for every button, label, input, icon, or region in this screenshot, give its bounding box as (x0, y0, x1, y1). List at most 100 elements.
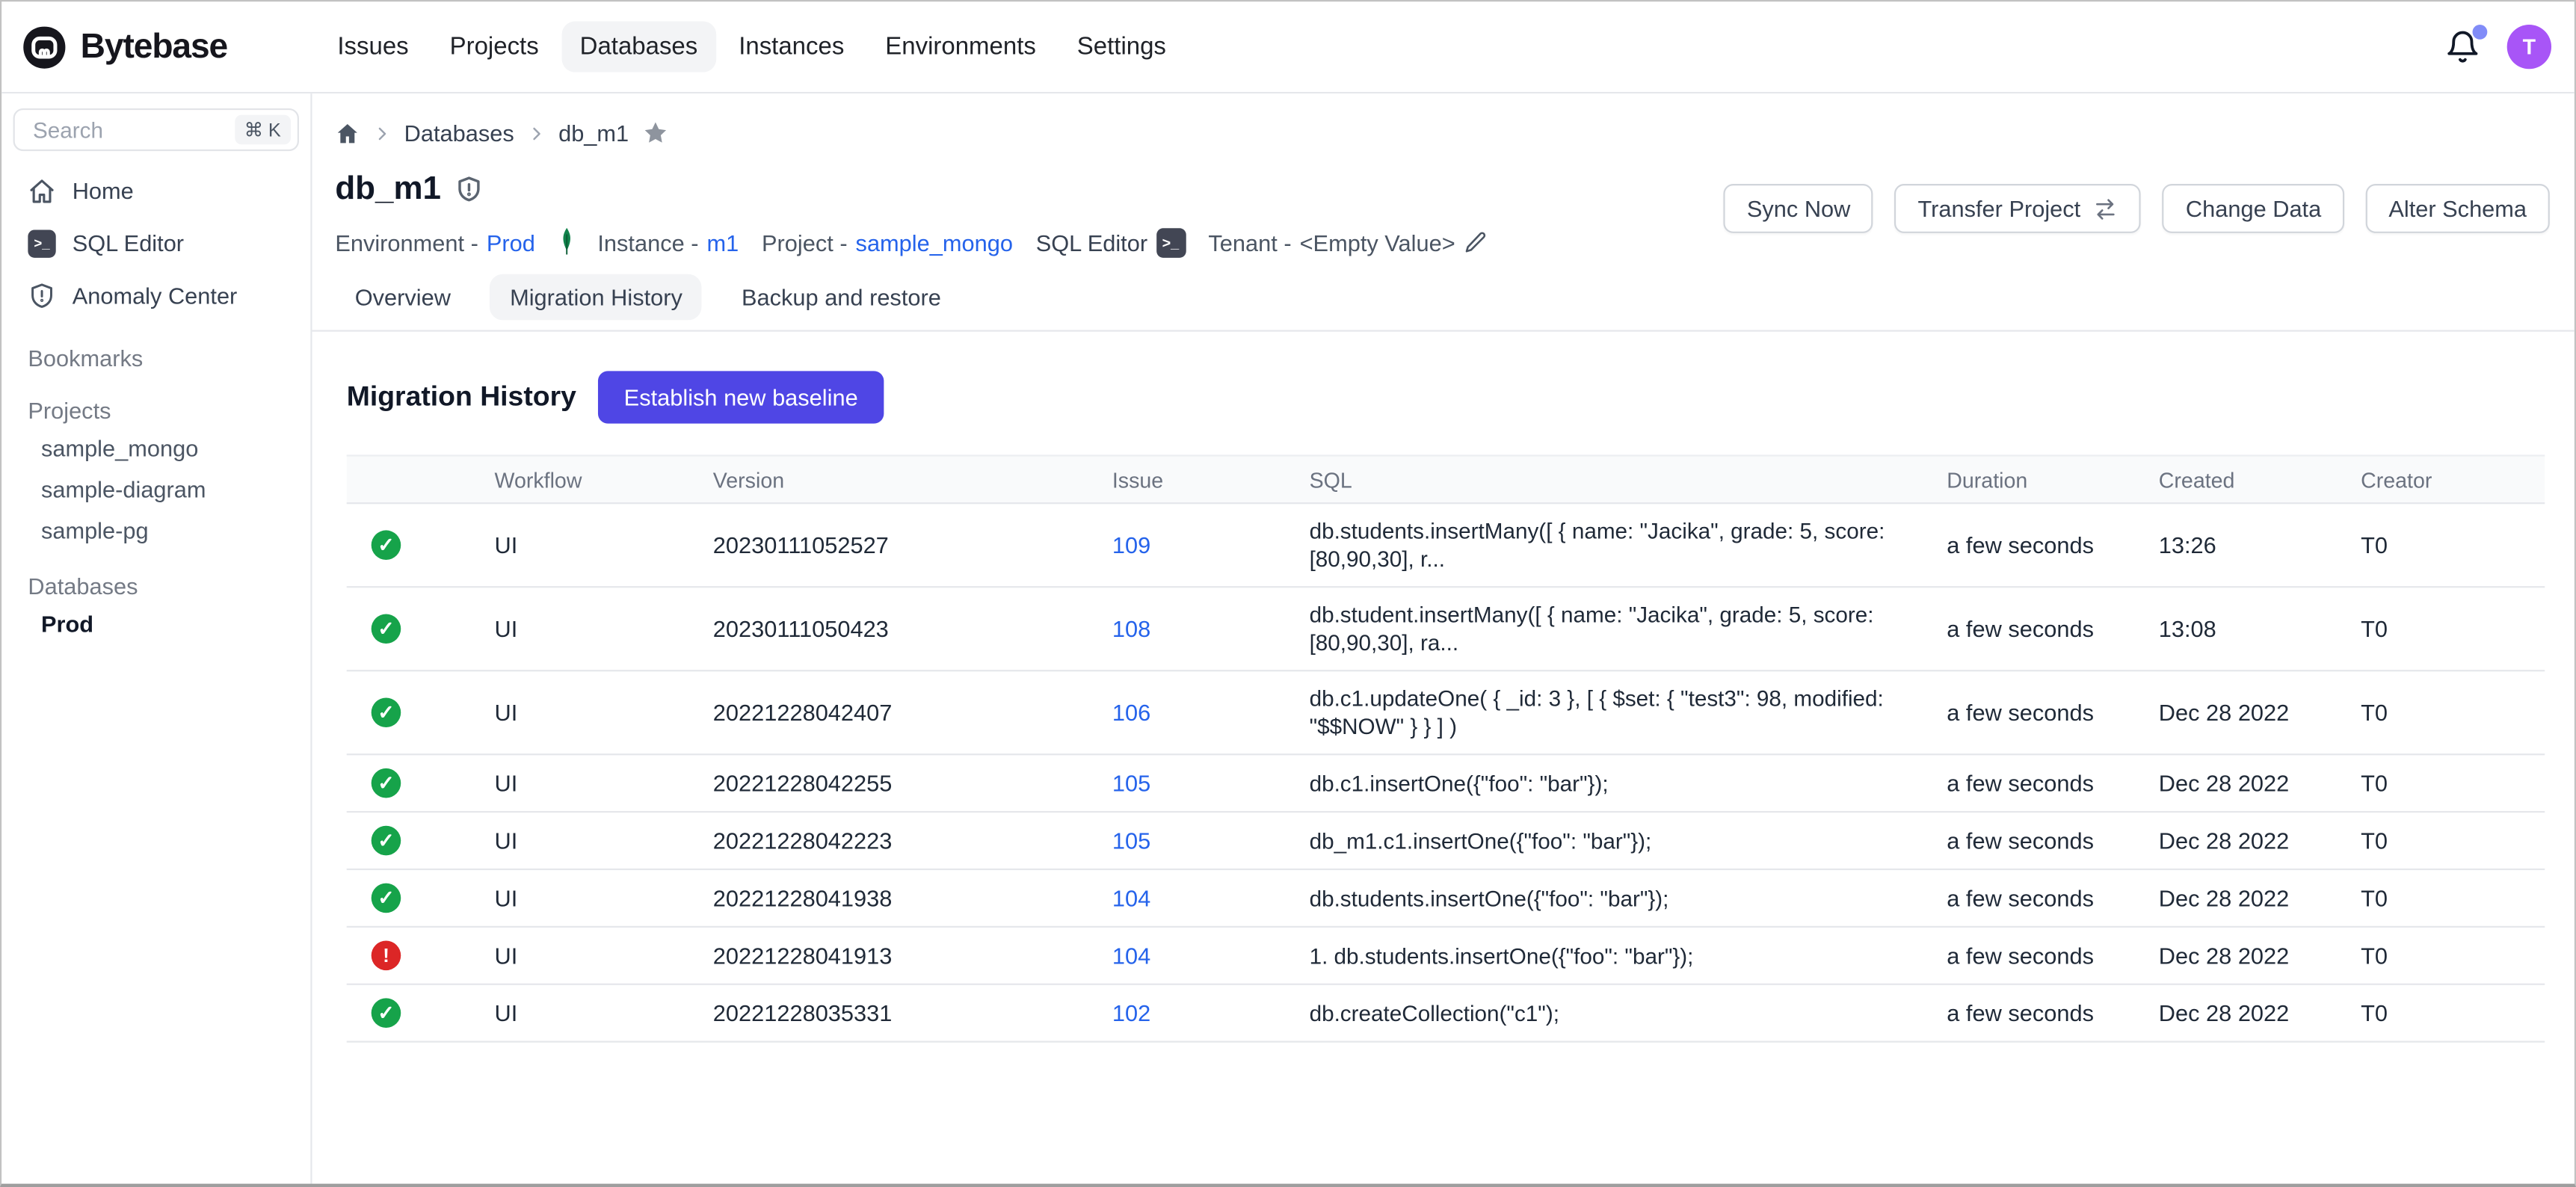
instance-link[interactable]: m1 (706, 229, 739, 255)
cell-workflow: UI (495, 987, 713, 1039)
notification-dot (2473, 24, 2488, 39)
success-icon: ✓ (372, 614, 401, 644)
cell-duration: a few seconds (1947, 872, 2159, 924)
nav-item-environments[interactable]: Environments (867, 22, 1054, 73)
tenant-label: Tenant - (1208, 229, 1291, 255)
sidebar-item-sql-editor[interactable]: >_ SQL Editor (13, 217, 299, 269)
project-link[interactable]: sample_mongo (856, 229, 1013, 255)
cell-creator: T0 (2361, 757, 2545, 810)
cell-sql: db.createCollection("c1"); (1310, 986, 1947, 1040)
col-workflow: Workflow (495, 467, 713, 492)
cell-created: 13:26 (2159, 519, 2361, 571)
table-row[interactable]: ✓ UI 20221228042223 105 db_m1.c1.insertO… (347, 813, 2545, 870)
bookmark-star-icon[interactable] (642, 120, 668, 146)
sync-now-button[interactable]: Sync Now (1724, 184, 1873, 233)
alter-schema-button[interactable]: Alter Schema (2366, 184, 2550, 233)
cell-version: 20221228041938 (713, 872, 1112, 924)
cell-duration: a few seconds (1947, 929, 2159, 981)
cell-duration: a few seconds (1947, 987, 2159, 1039)
cell-issue[interactable]: 104 (1112, 943, 1150, 969)
breadcrumb-home-button[interactable] (335, 120, 360, 145)
cell-version: 20230111050423 (713, 602, 1112, 655)
cell-creator: T0 (2361, 519, 2545, 571)
migration-history-header: Migration History Establish new baseline (347, 371, 2542, 423)
sidebar-project-sample-diagram[interactable]: sample-diagram (13, 468, 299, 509)
migration-history-heading: Migration History (347, 381, 576, 414)
brand[interactable]: Bytebase (22, 24, 228, 70)
sidebar-project-sample-pg[interactable]: sample-pg (13, 509, 299, 550)
breadcrumb-databases[interactable]: Databases (404, 120, 514, 146)
avatar[interactable]: T (2507, 25, 2551, 69)
project-label: Project - (762, 229, 848, 255)
table-row[interactable]: ✓ UI 20230111050423 108 db.student.inser… (347, 588, 2545, 671)
notifications-button[interactable] (2444, 28, 2480, 64)
breadcrumb-db-m1[interactable]: db_m1 (558, 120, 629, 146)
change-data-button[interactable]: Change Data (2163, 184, 2344, 233)
chevron-right-icon (527, 124, 545, 142)
sql-editor-icon[interactable]: >_ (1156, 227, 1186, 257)
nav-item-projects[interactable]: Projects (431, 22, 556, 73)
col-creator: Creator (2361, 467, 2545, 492)
nav-right: T (2444, 25, 2575, 69)
cell-created: Dec 28 2022 (2159, 872, 2361, 924)
nav-item-settings[interactable]: Settings (1059, 22, 1184, 73)
sidebar-section-databases: Databases (13, 570, 299, 602)
cell-version: 20221228042255 (713, 757, 1112, 810)
success-icon: ✓ (372, 998, 401, 1028)
sidebar-project-sample-mongo[interactable]: sample_mongo (13, 427, 299, 468)
cell-creator: T0 (2361, 814, 2545, 866)
col-sql: SQL (1310, 467, 1947, 492)
table-row[interactable]: ✓ UI 20221228041938 104 db.students.inse… (347, 870, 2545, 928)
table-row[interactable]: ✓ UI 20221228042407 106 db.c1.updateOne(… (347, 671, 2545, 755)
tab-backup-and-restore[interactable]: Backup and restore (722, 274, 961, 320)
avatar-initial: T (2523, 34, 2536, 59)
sidebar-nav: Home >_ SQL Editor Anomaly Center Bookma… (13, 164, 299, 646)
success-icon: ✓ (372, 768, 401, 798)
environment-link[interactable]: Prod (487, 229, 535, 255)
table-row[interactable]: ! UI 20221228041913 104 1. db.students.i… (347, 928, 2545, 985)
nav-item-issues[interactable]: Issues (319, 22, 427, 73)
breadcrumb: Databases db_m1 (335, 120, 668, 146)
search-input[interactable] (30, 116, 218, 144)
cell-workflow: UI (495, 929, 713, 981)
cell-version: 20230111052527 (713, 519, 1112, 571)
cell-duration: a few seconds (1947, 757, 2159, 810)
cell-issue[interactable]: 105 (1112, 770, 1150, 796)
cell-created: Dec 28 2022 (2159, 987, 2361, 1039)
database-meta-row: Environment - Prod Instance - m1 Project… (335, 226, 1488, 258)
nav-item-instances[interactable]: Instances (721, 22, 862, 73)
cell-issue[interactable]: 102 (1112, 1000, 1150, 1026)
sidebar-item-home[interactable]: Home (13, 164, 299, 217)
table-row[interactable]: ✓ UI 20230111052527 109 db.students.inse… (347, 504, 2545, 588)
edit-pencil-icon[interactable] (1464, 229, 1488, 254)
cell-creator: T0 (2361, 686, 2545, 739)
home-icon (335, 120, 360, 145)
establish-baseline-button[interactable]: Establish new baseline (598, 371, 884, 423)
app-window: Bytebase Issues Projects Databases Insta… (0, 0, 2576, 1187)
cell-duration: a few seconds (1947, 602, 2159, 655)
cell-version: 20221228042223 (713, 814, 1112, 866)
cell-sql: db.students.insertOne({"foo": "bar"}); (1310, 871, 1947, 925)
sidebar: ⌘ K Home >_ SQL Editor Anomaly Center Bo… (1, 93, 312, 1183)
cell-issue[interactable]: 109 (1112, 532, 1150, 558)
table-row[interactable]: ✓ UI 20221228042255 105 db.c1.insertOne(… (347, 755, 2545, 813)
nav-item-databases[interactable]: Databases (561, 22, 715, 73)
search-shortcut-badge: ⌘ K (234, 115, 291, 145)
cell-issue[interactable]: 108 (1112, 616, 1150, 642)
cell-issue[interactable]: 106 (1112, 700, 1150, 726)
cell-issue[interactable]: 105 (1112, 827, 1150, 854)
sidebar-item-anomaly-center[interactable]: Anomaly Center (13, 269, 299, 321)
table-row[interactable]: ✓ UI 20221228035331 102 db.createCollect… (347, 985, 2545, 1043)
sidebar-database-prod[interactable]: Prod (13, 602, 299, 645)
tab-migration-history[interactable]: Migration History (490, 274, 703, 320)
cell-created: Dec 28 2022 (2159, 814, 2361, 866)
transfer-project-button[interactable]: Transfer Project (1895, 184, 2142, 233)
main-panel: Databases db_m1 db_m1 Environment - Prod (312, 93, 2575, 1183)
col-duration: Duration (1947, 467, 2159, 492)
tab-overview[interactable]: Overview (335, 274, 470, 320)
cell-issue[interactable]: 104 (1112, 885, 1150, 911)
cell-sql: db.c1.updateOne( { _id: 3 }, [ { $set: {… (1310, 671, 1947, 753)
cell-creator: T0 (2361, 929, 2545, 981)
col-created: Created (2159, 467, 2361, 492)
search-box[interactable]: ⌘ K (13, 108, 299, 151)
